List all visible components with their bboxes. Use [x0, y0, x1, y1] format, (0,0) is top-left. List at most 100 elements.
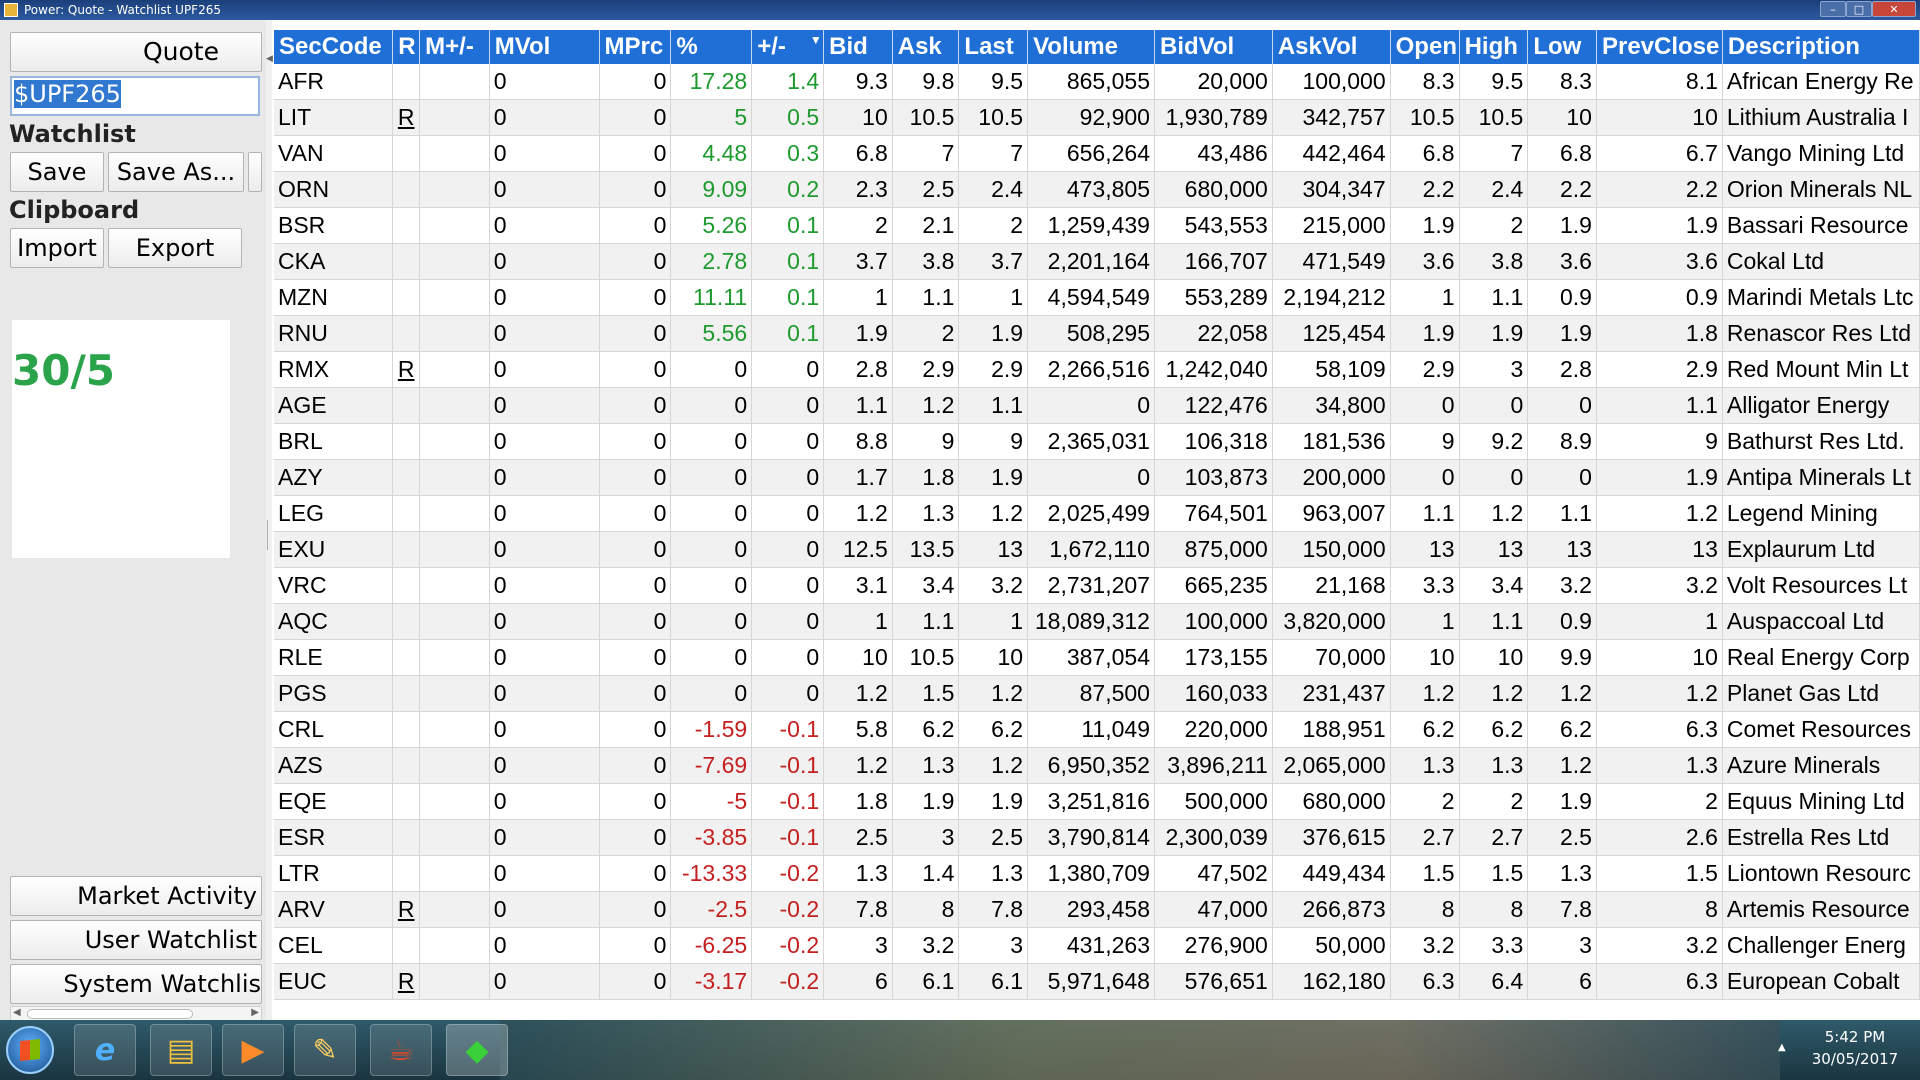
cell-mprc: 0: [599, 171, 672, 208]
cell-bid: 1.2: [823, 675, 893, 712]
table-row[interactable]: AZY 0 0 0 0 1.7 1.8 1.9 0 103,873 200,000 0 0 0 1.9 Ant…: [274, 459, 1920, 496]
cell-askvol: 181,536: [1272, 423, 1391, 460]
column-header-mvol[interactable]: MVol: [489, 30, 600, 64]
table-row[interactable]: BRL 0 0 0 0 8.8 9 9 2,365,031 106,318 181,536 9 9.2 8…: [274, 423, 1920, 460]
cell-last: 6.2: [958, 711, 1029, 748]
column-header--[interactable]: %: [670, 30, 753, 64]
cell-high: 6.4: [1459, 963, 1529, 1000]
table-row[interactable]: AGE 0 0 0 0 1.1 1.2 1.1 0 122,476 34,800 0 0 0 1.1 Alli…: [274, 387, 1920, 424]
table-row[interactable]: LTR 0 0 -13.33 -0.2 1.3 1.4 1.3 1,380,709 47,502 4…: [274, 855, 1920, 892]
cell-volume: 293,458: [1027, 891, 1155, 928]
cell-seccode: AQC: [274, 603, 394, 640]
table-row[interactable]: MZN 0 0 11.11 0.1 1 1.1 1 4,594,549 553,289 2,194,…: [274, 279, 1920, 316]
java-icon[interactable]: ☕: [370, 1024, 432, 1076]
table-row[interactable]: VRC 0 0 0 0 3.1 3.4 3.2 2,731,207 665,235 21,168 3.…: [274, 567, 1920, 604]
column-header-low[interactable]: Low: [1527, 30, 1597, 64]
start-button[interactable]: [6, 1026, 54, 1074]
cell-bidvol: 2,300,039: [1154, 819, 1273, 856]
table-row[interactable]: ARV R 0 0 -2.5 -0.2 7.8 8 7.8 293,458 47,000 266,87…: [274, 891, 1920, 928]
column-header-mprc[interactable]: MPrc: [599, 30, 672, 64]
table-row[interactable]: LEG 0 0 0 0 1.2 1.3 1.2 2,025,499 764,501 963,007 1…: [274, 495, 1920, 532]
paint-icon[interactable]: ✎: [294, 1024, 356, 1076]
cell-ask: 13.5: [892, 531, 960, 568]
table-row[interactable]: RLE 0 0 0 0 10 10.5 10 387,054 173,155 70,000 10 10 9…: [274, 639, 1920, 676]
table-row[interactable]: AZS 0 0 -7.69 -0.1 1.2 1.3 1.2 6,950,352 3,896,21…: [274, 747, 1920, 784]
column-header-label: Ask: [897, 33, 942, 60]
save-as-button[interactable]: Save As...: [108, 152, 244, 192]
table-row[interactable]: AQC 0 0 0 0 1 1.1 1 18,089,312 100,000 3,820,000 1 1…: [274, 603, 1920, 640]
tray-expand-icon[interactable]: ▲: [1778, 1042, 1786, 1053]
table-row[interactable]: VAN 0 0 4.48 0.3 6.8 7 7 656,264 43,486 442,464 6.8…: [274, 135, 1920, 172]
column-header-volume[interactable]: Volume: [1027, 30, 1155, 64]
import-button[interactable]: Import: [10, 228, 104, 268]
cell-bidvol: 553,289: [1154, 279, 1273, 316]
column-header--[interactable]: +/- ▼: [751, 30, 825, 64]
table-row[interactable]: PGS 0 0 0 0 1.2 1.5 1.2 87,500 160,033 231,437 1.2 1…: [274, 675, 1920, 712]
column-header-askvol[interactable]: AskVol: [1272, 30, 1391, 64]
column-header-high[interactable]: High: [1459, 30, 1529, 64]
cell-m-: [419, 387, 490, 424]
scroll-right-icon[interactable]: ▶: [251, 1007, 259, 1018]
minimize-button[interactable]: –: [1820, 1, 1846, 17]
cell-prevclose: 3.2: [1596, 927, 1723, 964]
collapse-arrow-icon[interactable]: ◀: [266, 54, 273, 64]
column-header-m-[interactable]: M+/-: [419, 30, 490, 64]
column-header-ask[interactable]: Ask: [892, 30, 960, 64]
table-row[interactable]: EQE 0 0 -5 -0.1 1.8 1.9 1.9 3,251,816 500,000 680,…: [274, 783, 1920, 820]
cell-askvol: 200,000: [1272, 459, 1391, 496]
internet-explorer-icon[interactable]: e: [74, 1024, 136, 1076]
quote-search-input[interactable]: $UPF265: [10, 76, 260, 116]
column-header-r[interactable]: R: [392, 30, 421, 64]
column-header-open[interactable]: Open: [1390, 30, 1460, 64]
cell-last: 9.5: [958, 64, 1029, 100]
column-header-last[interactable]: Last: [958, 30, 1029, 64]
column-header-bidvol[interactable]: BidVol: [1154, 30, 1273, 64]
scroll-left-icon[interactable]: ◀: [13, 1007, 21, 1018]
cell-bidvol: 1,242,040: [1154, 351, 1273, 388]
column-header-prevclose[interactable]: PrevClose: [1596, 30, 1723, 64]
clock-time[interactable]: 5:42 PM: [1800, 1028, 1910, 1046]
table-row[interactable]: CRL 0 0 -1.59 -0.1 5.8 6.2 6.2 11,049 220,000 188,…: [274, 711, 1920, 748]
window-title-bar[interactable]: Power: Quote - Watchlist UPF265 – □ ✕: [0, 0, 1920, 20]
cell-last: 9: [958, 423, 1029, 460]
file-explorer-icon[interactable]: ▤: [150, 1024, 212, 1076]
table-row[interactable]: EXU 0 0 0 0 12.5 13.5 13 1,672,110 875,000 150,000…: [274, 531, 1920, 568]
column-header-seccode[interactable]: SecCode: [274, 30, 394, 64]
cell-prevclose: 1.3: [1596, 747, 1723, 784]
table-row[interactable]: ESR 0 0 -3.85 -0.1 2.5 3 2.5 3,790,814 2,300,039 3…: [274, 819, 1920, 856]
system-watchlist-button[interactable]: System Watchlis: [10, 964, 262, 1004]
cell-last: 3: [958, 927, 1029, 964]
splitter-grip-icon[interactable]: [267, 520, 271, 550]
column-header-bid[interactable]: Bid: [823, 30, 893, 64]
table-row[interactable]: RMX R 0 0 0 0 2.8 2.9 2.9 2,266,516 1,242,040 58,10…: [274, 351, 1920, 388]
maximize-button[interactable]: □: [1846, 1, 1872, 17]
watchlist-more-button[interactable]: [248, 152, 262, 192]
table-row[interactable]: RNU 0 0 5.56 0.1 1.9 2 1.9 508,295 22,058 125,454 1…: [274, 315, 1920, 352]
user-watchlist-button[interactable]: User Watchlist: [10, 920, 262, 960]
table-row[interactable]: CEL 0 0 -6.25 -0.2 3 3.2 3 431,263 276,900 50,000 3…: [274, 927, 1920, 964]
scrollbar-thumb[interactable]: [27, 1009, 193, 1019]
table-row[interactable]: EUC R 0 0 -3.17 -0.2 6 6.1 6.1 5,971,648 576,651 16…: [274, 963, 1920, 1000]
save-button[interactable]: Save: [10, 152, 104, 192]
cell-bidvol: 100,000: [1154, 603, 1273, 640]
column-header-description[interactable]: Description: [1722, 30, 1920, 64]
cell-mprc: 0: [599, 711, 672, 748]
table-row[interactable]: ORN 0 0 9.09 0.2 2.3 2.5 2.4 473,805 680,000 304,3…: [274, 171, 1920, 208]
cell-mvol: 0: [489, 711, 600, 748]
close-button[interactable]: ✕: [1872, 1, 1916, 17]
cell-open: 3.3: [1390, 567, 1460, 604]
cell--: 5.56: [670, 315, 753, 352]
quote-button[interactable]: Quote: [10, 32, 262, 72]
table-row[interactable]: CKA 0 0 2.78 0.1 3.7 3.8 3.7 2,201,164 166,707 471…: [274, 243, 1920, 280]
market-activity-button[interactable]: Market Activity: [10, 876, 262, 916]
cell-mvol: 0: [489, 819, 600, 856]
table-row[interactable]: AFR 0 0 17.28 1.4 9.3 9.8 9.5 865,055 20,000 100,0…: [274, 64, 1920, 100]
cell--: 0: [751, 387, 825, 424]
export-button[interactable]: Export: [108, 228, 242, 268]
media-player-icon[interactable]: ▶: [222, 1024, 284, 1076]
clock-date[interactable]: 30/05/2017: [1800, 1050, 1910, 1068]
power-quote-icon[interactable]: ◆: [446, 1024, 508, 1076]
panel-splitter[interactable]: ◀: [266, 20, 273, 1020]
table-row[interactable]: BSR 0 0 5.26 0.1 2 2.1 2 1,259,439 543,553 215,000…: [274, 207, 1920, 244]
table-row[interactable]: LIT R 0 0 5 0.5 10 10.5 10.5 92,900 1,930,789 342,7…: [274, 99, 1920, 136]
